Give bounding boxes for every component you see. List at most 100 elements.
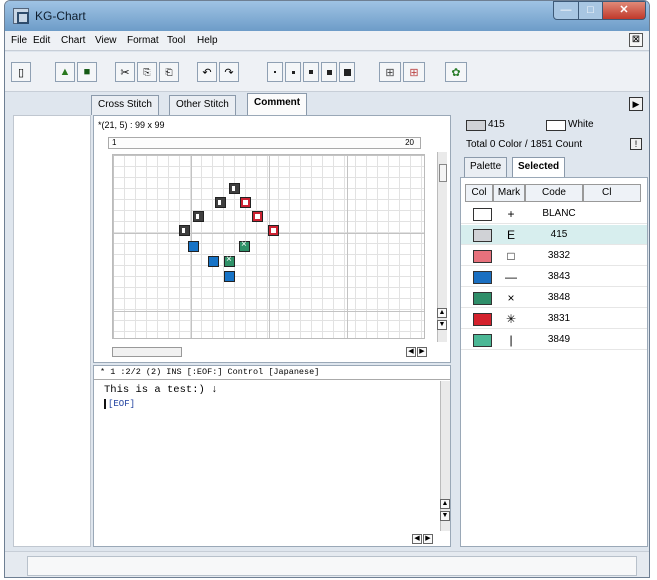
col-header-cl[interactable]: Cl <box>583 184 641 202</box>
minimize-button[interactable]: — <box>553 1 579 20</box>
cut-icon[interactable]: ✂ <box>115 62 135 82</box>
palette-table: Col Mark Code Cl + BLANC E 415 □ 3832 — … <box>460 177 648 547</box>
info-icon[interactable]: ! <box>630 138 642 150</box>
menu-chart[interactable]: Chart <box>61 35 85 46</box>
chart-scroll-left-icon[interactable]: ◀ <box>406 347 416 357</box>
chart-vscroll-thumb[interactable] <box>439 164 447 182</box>
stitch-cell-415[interactable] <box>179 225 190 236</box>
palette-row[interactable]: × 3848 <box>461 288 647 308</box>
menu-file[interactable]: File <box>11 35 27 46</box>
close-button[interactable]: ✕ <box>602 1 646 20</box>
menu-help[interactable]: Help <box>197 35 218 46</box>
dot-size-5-icon[interactable] <box>339 62 355 82</box>
chart-ruler: 1 20 <box>108 137 421 149</box>
stitch-cell-3832[interactable] <box>252 211 263 222</box>
palette-row[interactable]: — 3843 <box>461 267 647 287</box>
palette-table-header: Col Mark Code Cl <box>461 184 647 202</box>
palette-row-code: 3831 <box>547 313 571 324</box>
stitch-cell-415[interactable] <box>229 183 240 194</box>
palette-row[interactable]: | 3849 <box>461 330 647 350</box>
stitch-grid[interactable] <box>112 154 425 339</box>
status-field <box>27 556 637 576</box>
grid-view-alt-icon[interactable]: ⊞ <box>403 62 425 82</box>
palette-row-mark: + <box>507 207 515 221</box>
dot-size-4-icon[interactable] <box>321 62 337 82</box>
comment-scroll-right-icon[interactable]: ▶ <box>423 534 433 544</box>
window-title: KG-Chart <box>35 9 86 23</box>
palette-row[interactable]: E 415 <box>461 225 647 245</box>
comment-scroll-left-icon[interactable]: ◀ <box>412 534 422 544</box>
palette-panel: 415 White Total 0 Color / 1851 Count ! P… <box>460 115 648 547</box>
col-header-col[interactable]: Col <box>465 184 493 202</box>
new-file-icon[interactable]: ▯ <box>11 62 31 82</box>
tab-other-stitch[interactable]: Other Stitch <box>169 95 236 115</box>
symbol-tool-icon[interactable]: ✿ <box>445 62 467 82</box>
stitch-cell-415[interactable] <box>193 211 204 222</box>
tab-bar: Cross Stitch Other Stitch Comment ▶ <box>5 93 649 115</box>
tab-palette[interactable]: Palette <box>464 157 508 177</box>
dot-size-1-icon[interactable] <box>267 62 283 82</box>
open-file-icon[interactable]: ▲ <box>55 62 75 82</box>
palette-row-code: BLANC <box>542 208 576 219</box>
close-document-icon[interactable]: ⊠ <box>629 33 643 47</box>
stitch-cell-415[interactable] <box>215 197 226 208</box>
status-bar <box>5 551 649 577</box>
palette-row[interactable]: + BLANC <box>461 204 647 224</box>
chart-horizontal-scrollbar[interactable] <box>112 347 182 357</box>
tab-cross-stitch[interactable]: Cross Stitch <box>91 95 159 115</box>
grid-view-icon[interactable]: ⊞ <box>379 62 401 82</box>
comment-editor[interactable]: * 1 :2/2 (2) INS [:EOF:] Control [Japane… <box>93 365 451 547</box>
chart-scroll-down-icon[interactable]: ▼ <box>437 320 447 330</box>
palette-row-mark: — <box>505 270 517 284</box>
total-count-label: Total 0 Color / 1851 Count <box>466 139 583 150</box>
background-color-label: White <box>568 119 594 130</box>
chart-scroll-right-icon[interactable]: ▶ <box>417 347 427 357</box>
app-icon <box>13 8 29 24</box>
dot-size-3-icon[interactable] <box>303 62 319 82</box>
chart-vertical-scrollbar[interactable]: ▲ ▼ <box>437 152 447 342</box>
cursor-coordinates: *(21, 5) : 99 x 99 <box>98 120 165 130</box>
comment-text[interactable]: This is a test:) ↓ <box>104 384 217 396</box>
save-file-icon[interactable]: ■ <box>77 62 97 82</box>
stitch-cell-3832[interactable] <box>268 225 279 236</box>
col-header-code[interactable]: Code <box>525 184 583 202</box>
color-swatch-415[interactable] <box>466 120 486 131</box>
palette-row-code: 3843 <box>547 271 571 282</box>
comment-vertical-scrollbar[interactable]: ▲ ▼ <box>440 381 450 531</box>
redo-icon[interactable]: ↷ <box>219 62 239 82</box>
palette-row-swatch <box>473 271 492 284</box>
panel-toggle-icon[interactable]: ▶ <box>629 97 643 111</box>
comment-status-line: * 1 :2/2 (2) INS [:EOF:] Control [Japane… <box>94 366 450 380</box>
palette-row-swatch <box>473 250 492 263</box>
toolbar: ▯ ▲ ■ ✂ ⎘ ⎗ ↶ ↷ ⊞ ⊞ ✿ <box>5 52 649 92</box>
col-header-mark[interactable]: Mark <box>493 184 525 202</box>
palette-row-mark: | <box>509 333 513 347</box>
stitch-cell-3843[interactable] <box>224 271 235 282</box>
menu-bar: File Edit Chart View Format Tool Help ⊠ <box>5 31 649 51</box>
maximize-button[interactable]: □ <box>578 1 603 20</box>
stitch-cell-3848[interactable] <box>239 239 250 252</box>
ruler-start-label: 1 <box>112 138 117 147</box>
menu-format[interactable]: Format <box>127 35 159 46</box>
chart-scroll-up-icon[interactable]: ▲ <box>437 308 447 318</box>
stitch-cell-3832[interactable] <box>240 197 251 208</box>
menu-edit[interactable]: Edit <box>33 35 50 46</box>
palette-row[interactable]: ✳ 3831 <box>461 309 647 329</box>
palette-row-mark: □ <box>507 249 515 263</box>
comment-scroll-down-icon[interactable]: ▼ <box>440 511 450 521</box>
undo-icon[interactable]: ↶ <box>197 62 217 82</box>
tab-selected[interactable]: Selected <box>512 157 566 177</box>
palette-row-code: 3848 <box>547 292 571 303</box>
menu-view[interactable]: View <box>95 35 117 46</box>
color-swatch-white[interactable] <box>546 120 566 131</box>
copy-icon[interactable]: ⎘ <box>137 62 157 82</box>
comment-scroll-up-icon[interactable]: ▲ <box>440 499 450 509</box>
dot-size-2-icon[interactable] <box>285 62 301 82</box>
menu-tool[interactable]: Tool <box>167 35 185 46</box>
stitch-cell-3843[interactable] <box>188 241 199 252</box>
palette-row[interactable]: □ 3832 <box>461 246 647 266</box>
paste-icon[interactable]: ⎗ <box>159 62 179 82</box>
stitch-cell-3848[interactable] <box>224 254 235 267</box>
stitch-cell-3843[interactable] <box>208 256 219 267</box>
tab-comment[interactable]: Comment <box>247 93 308 115</box>
